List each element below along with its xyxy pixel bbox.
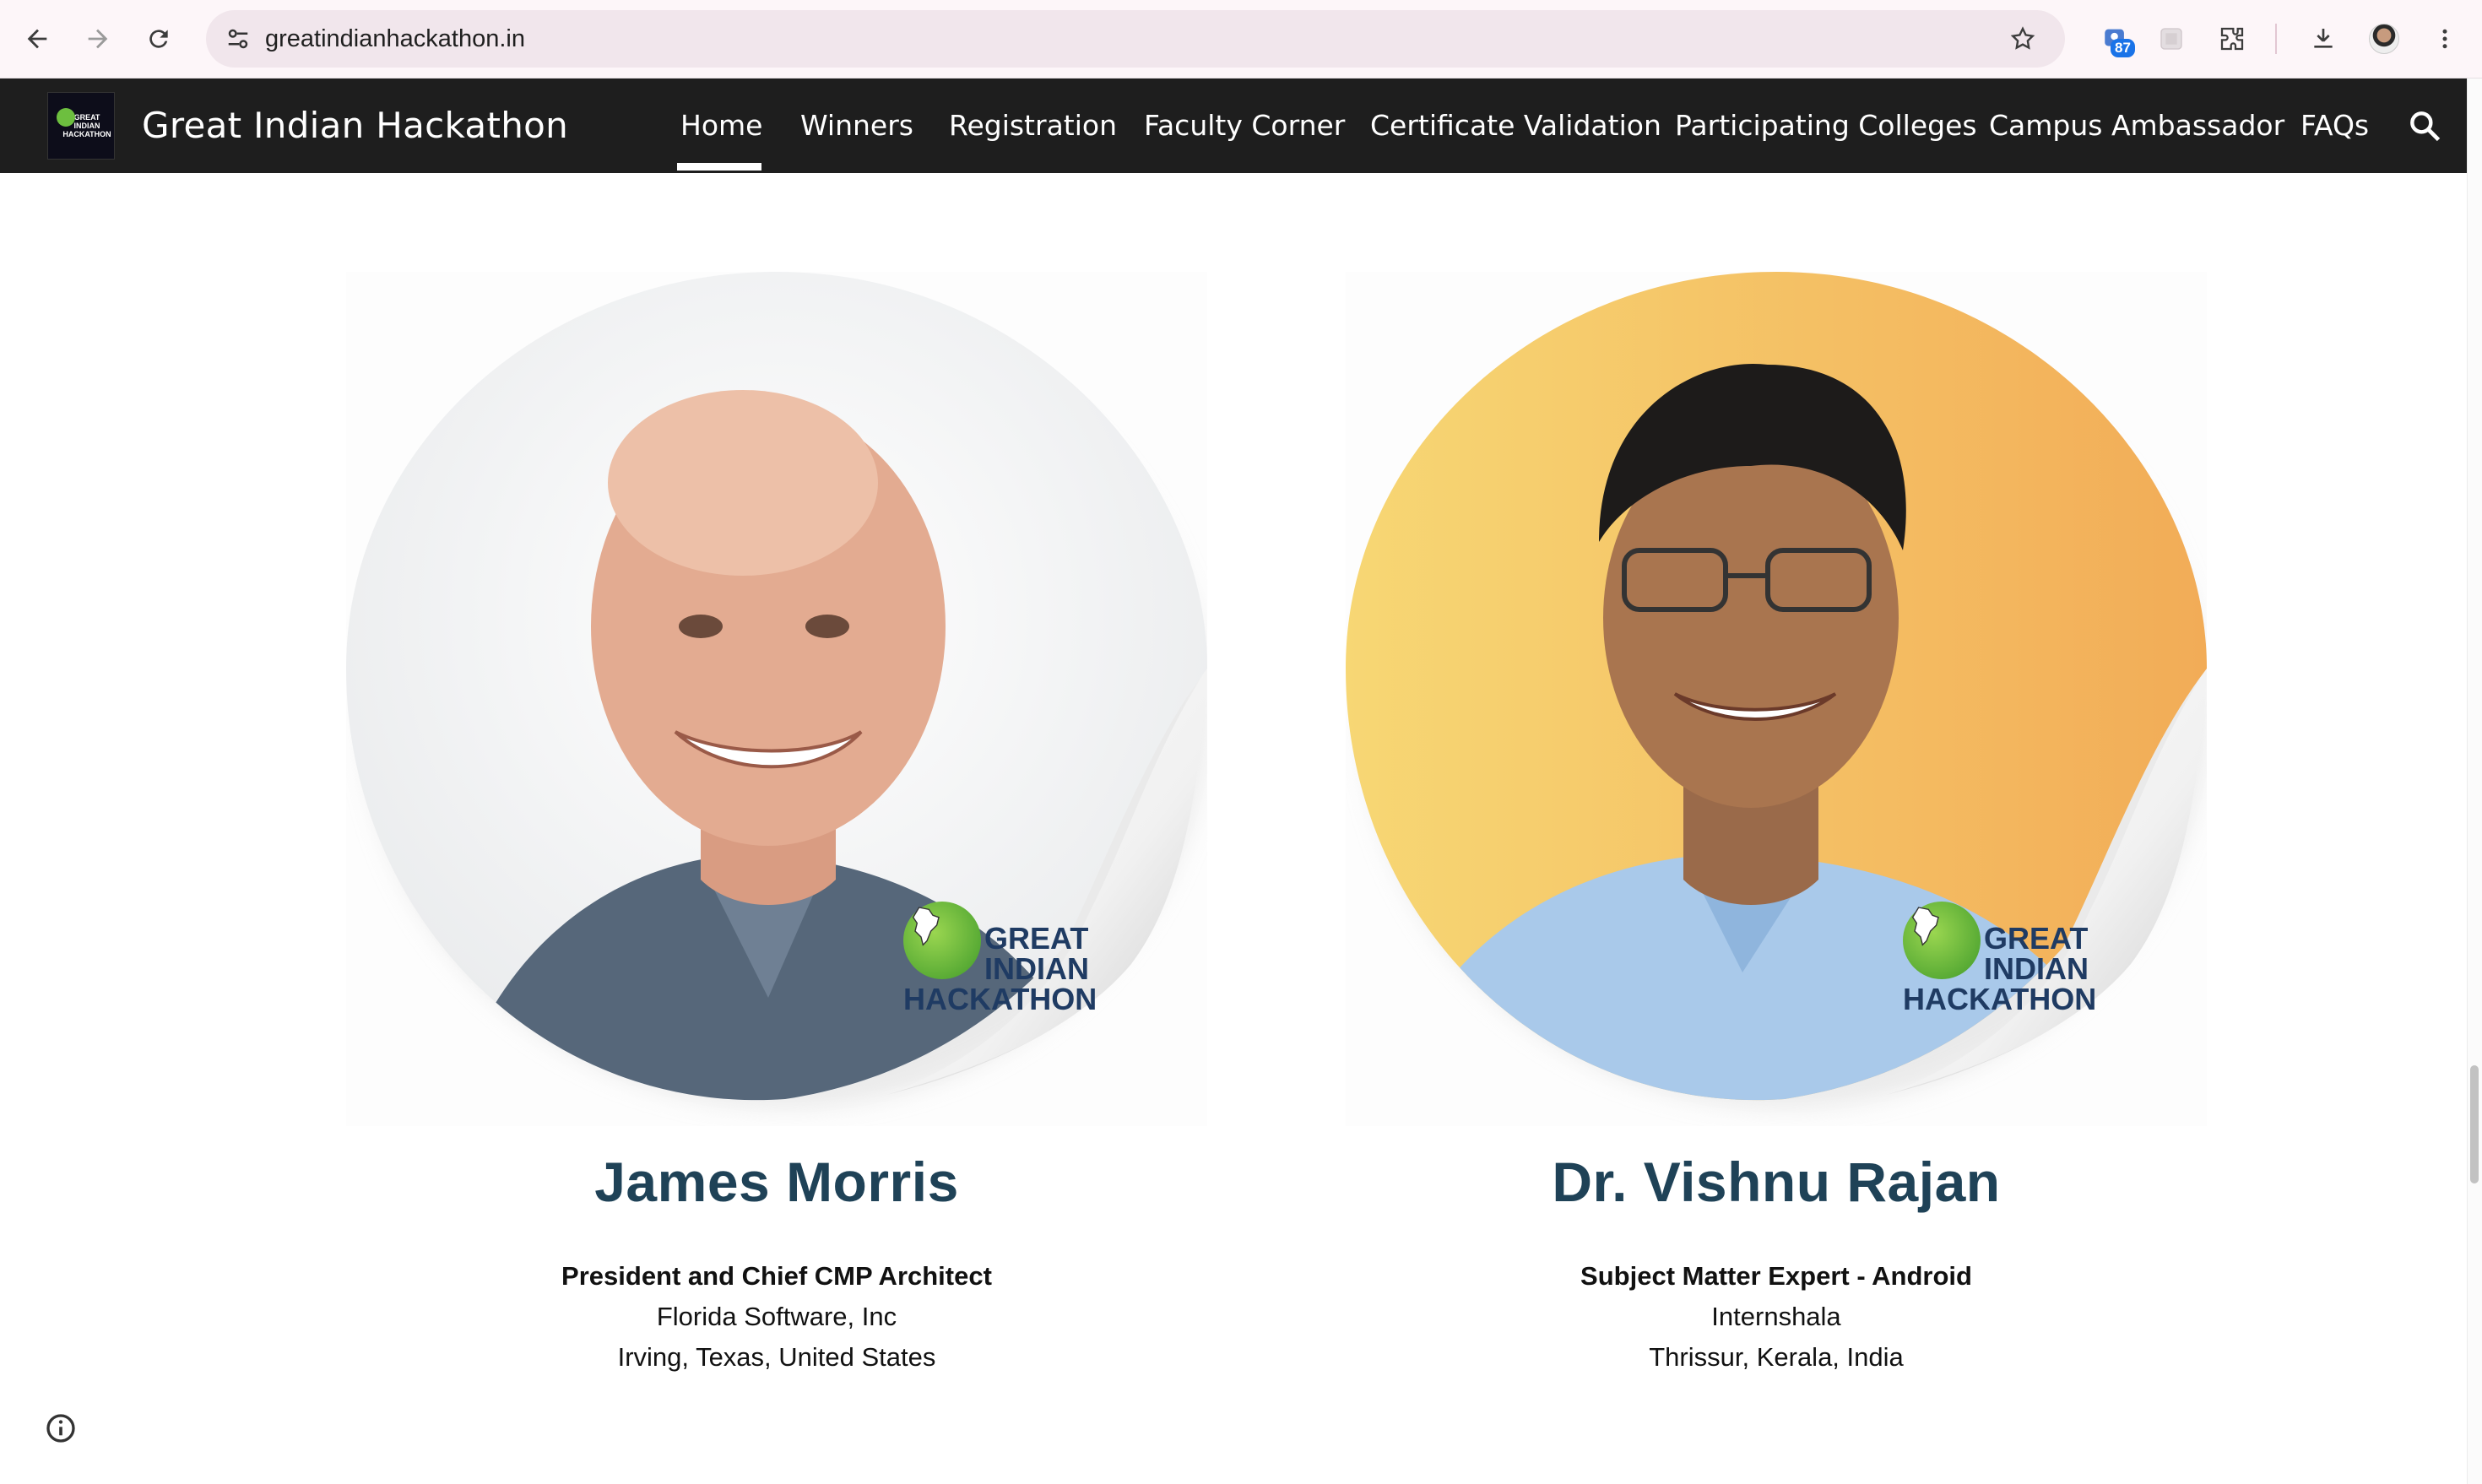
back-icon[interactable] bbox=[17, 19, 57, 59]
extensions-puzzle-icon[interactable] bbox=[2212, 19, 2252, 59]
browser-menu-icon[interactable] bbox=[2425, 19, 2465, 59]
forward-icon[interactable] bbox=[78, 19, 118, 59]
browser-toolbar: greatindianhackathon.in 87 bbox=[0, 0, 2482, 79]
toolbar-divider bbox=[2275, 24, 2277, 54]
site-logo[interactable]: GREAT INDIAN HACKATHON bbox=[47, 92, 115, 160]
bookmark-star-icon[interactable] bbox=[2002, 19, 2043, 59]
sticker-word-2: INDIAN bbox=[984, 951, 1089, 986]
extension-badge: 87 bbox=[2111, 39, 2135, 57]
sticker-word-1: GREAT bbox=[984, 921, 1089, 956]
scrollbar-thumb[interactable] bbox=[2470, 1065, 2479, 1183]
address-bar[interactable]: greatindianhackathon.in bbox=[206, 10, 2065, 68]
speaker-organization: Internshala bbox=[1711, 1302, 1841, 1331]
site-title[interactable]: Great Indian Hackathon bbox=[142, 79, 568, 173]
speaker-location: Irving, Texas, United States bbox=[617, 1342, 936, 1372]
reload-icon[interactable] bbox=[138, 19, 179, 59]
speaker-card: GREAT INDIAN HACKATHON Dr. Vishnu Rajan … bbox=[1346, 272, 2207, 1373]
site-header: GREAT INDIAN HACKATHON Great Indian Hack… bbox=[0, 79, 2467, 173]
speaker-role: Subject Matter Expert - Android bbox=[1580, 1261, 1972, 1291]
nav-faqs[interactable]: FAQs bbox=[2300, 79, 2369, 173]
url-text[interactable]: greatindianhackathon.in bbox=[265, 10, 525, 68]
speaker-name: Dr. Vishnu Rajan bbox=[1552, 1151, 2001, 1213]
profile-avatar[interactable] bbox=[2364, 19, 2404, 59]
sticker-word-3: HACKATHON bbox=[903, 982, 1097, 1016]
info-icon[interactable] bbox=[44, 1411, 78, 1445]
sticker-word-2: INDIAN bbox=[1984, 951, 2089, 986]
search-icon[interactable] bbox=[2406, 107, 2443, 144]
sticker-word-3: HACKATHON bbox=[1903, 982, 2097, 1016]
extension-counter-icon[interactable]: 87 bbox=[2095, 19, 2136, 59]
scrollbar-track[interactable] bbox=[2467, 79, 2482, 1484]
download-icon[interactable] bbox=[2303, 19, 2344, 59]
nav-certificate-validation[interactable]: Certificate Validation bbox=[1370, 79, 1661, 173]
nav-home[interactable]: Home bbox=[680, 79, 762, 173]
hackathon-sticker-logo: GREAT INDIAN HACKATHON bbox=[903, 902, 1106, 1015]
nav-winners[interactable]: Winners bbox=[800, 79, 913, 173]
nav-campus-ambassador[interactable]: Campus Ambassador bbox=[1989, 79, 2284, 173]
speaker-photo: GREAT INDIAN HACKATHON bbox=[1346, 272, 2207, 1126]
hackathon-sticker-logo: GREAT INDIAN HACKATHON bbox=[1903, 902, 2105, 1015]
nav-participating-colleges[interactable]: Participating Colleges bbox=[1675, 79, 1977, 173]
nav-registration[interactable]: Registration bbox=[949, 79, 1117, 173]
site-settings-icon[interactable] bbox=[218, 19, 258, 59]
speaker-card: GREAT INDIAN HACKATHON James Morris Pres… bbox=[346, 272, 1207, 1373]
speaker-name: James Morris bbox=[594, 1151, 959, 1213]
sticker-word-1: GREAT bbox=[1984, 921, 2089, 956]
nav-active-indicator bbox=[677, 163, 761, 171]
speaker-photo: GREAT INDIAN HACKATHON bbox=[346, 272, 1207, 1126]
extension-grid-icon[interactable] bbox=[2151, 19, 2192, 59]
speaker-organization: Florida Software, Inc bbox=[656, 1302, 897, 1331]
nav-faculty-corner[interactable]: Faculty Corner bbox=[1144, 79, 1345, 173]
speaker-location: Thrissur, Kerala, India bbox=[1649, 1342, 1904, 1372]
speaker-role: President and Chief CMP Architect bbox=[561, 1261, 992, 1291]
